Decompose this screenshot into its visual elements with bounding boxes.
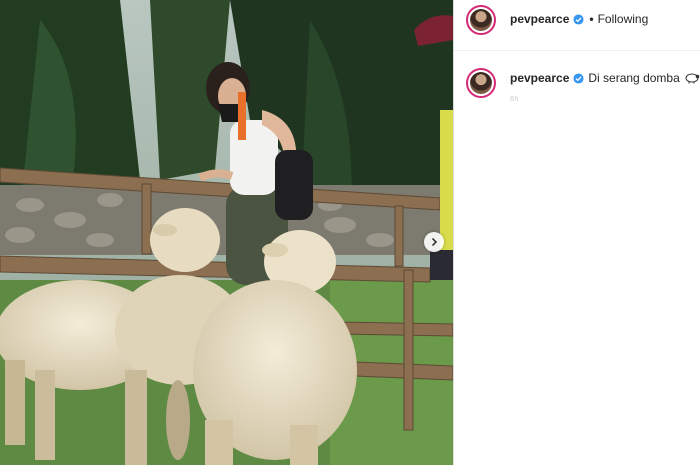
caption-text: Di serang domba (588, 71, 680, 85)
sheep-emoji-icon (685, 73, 700, 84)
username-link[interactable]: pevpearce (510, 12, 569, 26)
header-row: pevpearce • Following (510, 12, 648, 26)
verified-badge-icon (573, 72, 584, 84)
separator-dot: • (589, 12, 594, 26)
post-timestamp: 6h (510, 96, 519, 103)
caption-row: pevpearce Di serang domba (510, 71, 700, 85)
post-photo (0, 0, 453, 465)
caption-avatar[interactable] (466, 68, 496, 98)
avatar[interactable] (466, 5, 496, 35)
chevron-right-icon (431, 237, 438, 247)
sheep-scene-image (0, 0, 453, 465)
next-photo-button[interactable] (424, 232, 444, 252)
post-header: pevpearce • Following (454, 0, 700, 51)
post-sidebar: pevpearce • Following pevpearce Di seran… (454, 0, 700, 465)
verified-badge-icon (573, 13, 584, 25)
following-button[interactable]: Following (598, 12, 649, 26)
caption-username-link[interactable]: pevpearce (510, 71, 569, 85)
